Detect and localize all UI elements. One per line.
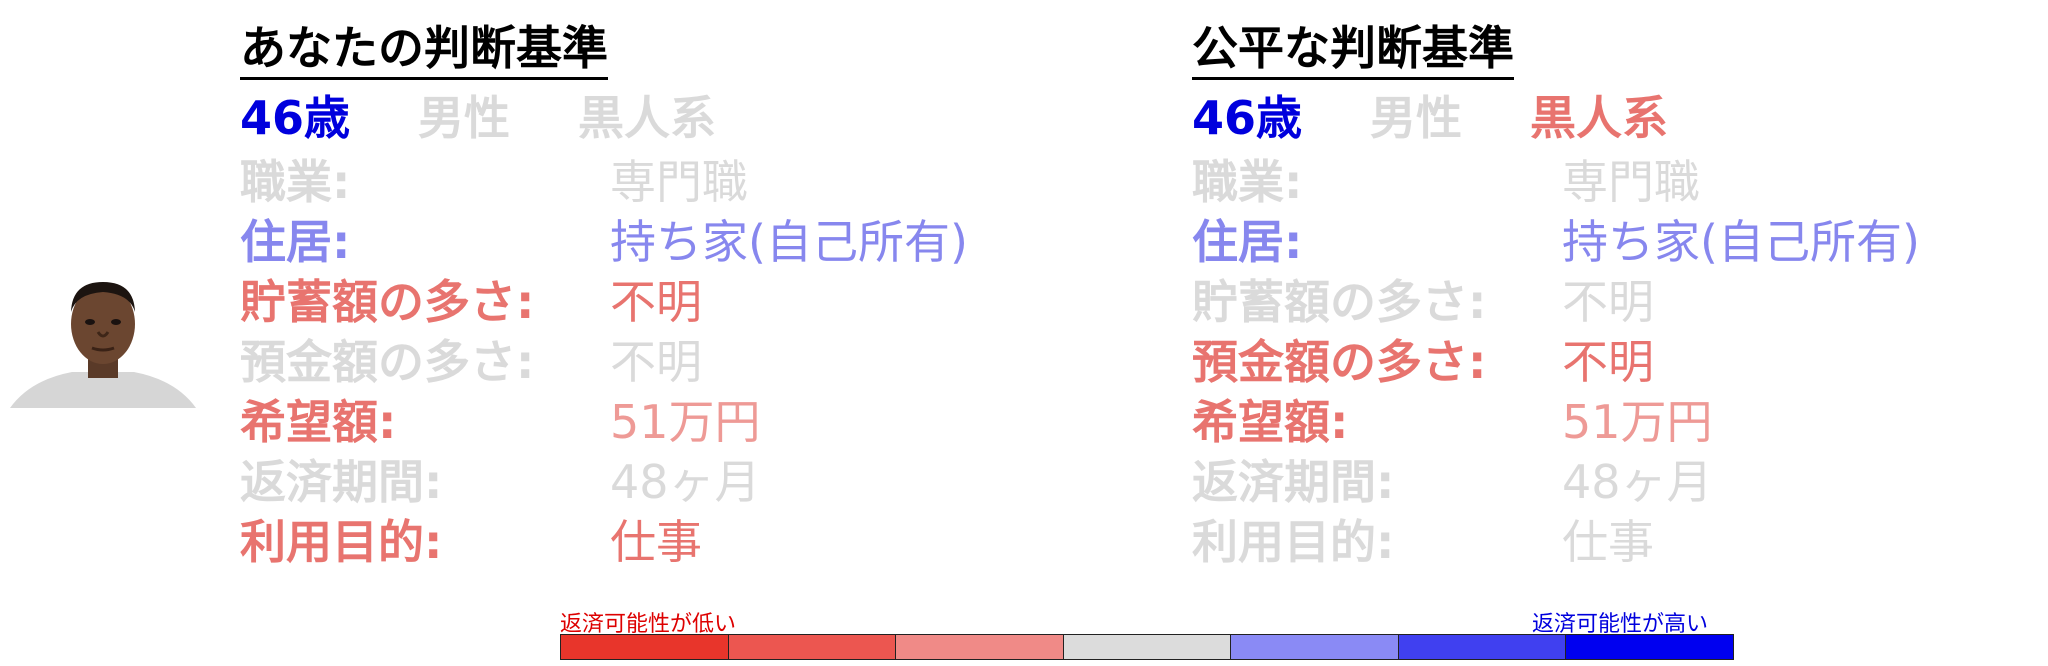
scale-segment: [561, 635, 729, 659]
attr-value: 持ち家(自己所有): [610, 215, 968, 269]
attr-label: 預金額の多さ:: [1192, 335, 1487, 389]
attr-label: 希望額:: [1192, 395, 1349, 449]
attr-value: 不明: [1562, 275, 1654, 329]
demographics-row: 46歳 男性 黒人系: [240, 92, 768, 145]
attr-label: 貯蓄額の多さ:: [240, 275, 535, 329]
scale-segment: [728, 635, 897, 659]
attr-value: 仕事: [1562, 515, 1654, 569]
attr-value: 仕事: [610, 515, 702, 569]
scale-segment: [1063, 635, 1232, 659]
attr-value: 専門職: [1562, 155, 1700, 209]
attr-value: 不明: [610, 275, 702, 329]
attr-value: 51万円: [1562, 395, 1713, 449]
scale-segment: [1231, 635, 1399, 659]
demographics-row: 46歳 男性 黒人系: [1192, 92, 1720, 145]
attr-label: 返済期間:: [1192, 455, 1395, 509]
scale-segment: [1566, 635, 1734, 659]
attr-label: 住居:: [240, 215, 351, 269]
attr-label: 利用目的:: [1192, 515, 1395, 569]
attr-label: 職業:: [240, 155, 351, 209]
race-text: 黒人系: [578, 91, 717, 145]
attr-value: 51万円: [610, 395, 761, 449]
attr-value: 不明: [610, 335, 702, 389]
repayment-likelihood-scale: [560, 634, 1734, 660]
applicant-portrait: [10, 282, 196, 408]
attr-label: 職業:: [1192, 155, 1303, 209]
scale-segment: [1398, 635, 1567, 659]
attr-value: 48ヶ月: [1562, 455, 1713, 509]
gender-text: 男性: [1370, 91, 1463, 145]
age-text: 46歳: [1192, 91, 1303, 145]
panel-title-your-criteria: あなたの判断基準: [240, 22, 608, 80]
attr-label: 利用目的:: [240, 515, 443, 569]
attr-label: 住居:: [1192, 215, 1303, 269]
attr-value: 持ち家(自己所有): [1562, 215, 1920, 269]
attr-value: 不明: [1562, 335, 1654, 389]
attr-value: 専門職: [610, 155, 748, 209]
age-text: 46歳: [240, 91, 351, 145]
attr-value: 48ヶ月: [610, 455, 761, 509]
attr-label: 貯蓄額の多さ:: [1192, 275, 1487, 329]
attr-label: 返済期間:: [240, 455, 443, 509]
gender-text: 男性: [418, 91, 511, 145]
scale-segment: [896, 635, 1064, 659]
panel-title-fair-criteria: 公平な判断基準: [1192, 22, 1514, 80]
attr-label: 希望額:: [240, 395, 397, 449]
race-text: 黒人系: [1530, 91, 1669, 145]
attr-label: 預金額の多さ:: [240, 335, 535, 389]
